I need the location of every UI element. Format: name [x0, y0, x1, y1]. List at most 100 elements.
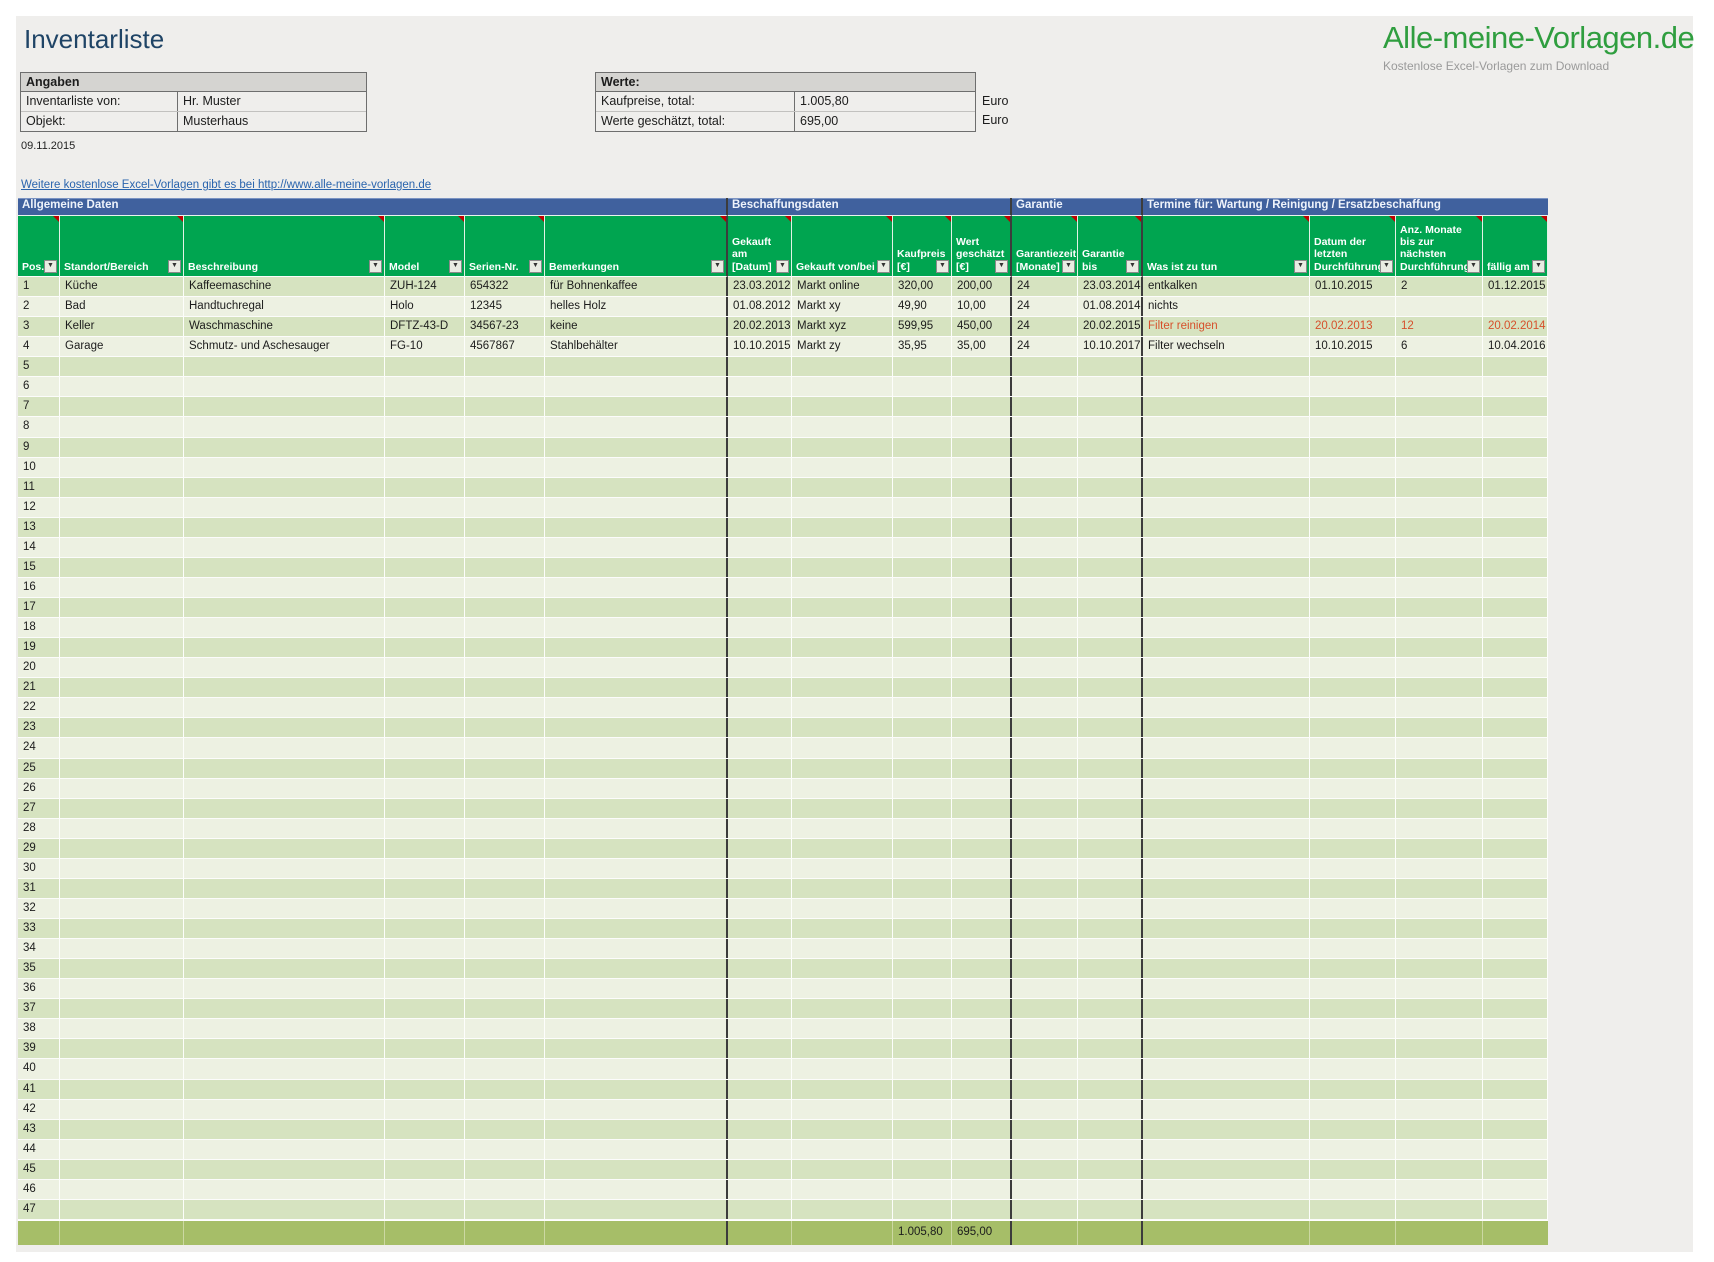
table-cell[interactable] — [385, 779, 465, 798]
table-cell[interactable] — [1483, 819, 1548, 838]
table-cell[interactable] — [1310, 759, 1396, 778]
table-cell[interactable] — [1143, 377, 1310, 396]
table-cell[interactable]: 01.10.2015 — [1310, 277, 1396, 296]
table-cell[interactable] — [1483, 377, 1548, 396]
table-cell[interactable] — [385, 498, 465, 517]
table-cell[interactable] — [1396, 919, 1483, 938]
table-cell[interactable]: Bad — [60, 297, 184, 316]
table-cell[interactable] — [385, 1019, 465, 1038]
table-cell[interactable] — [893, 658, 952, 677]
table-cell[interactable] — [952, 839, 1012, 858]
table-cell[interactable]: Filter wechseln — [1143, 337, 1310, 356]
totals-cell[interactable] — [545, 1221, 728, 1245]
row-number-cell[interactable]: 6 — [18, 377, 60, 396]
table-cell[interactable] — [893, 538, 952, 557]
table-cell[interactable] — [60, 1200, 184, 1219]
table-cell[interactable] — [385, 1120, 465, 1139]
table-cell[interactable] — [952, 438, 1012, 457]
table-cell[interactable]: 12 — [1396, 317, 1483, 336]
table-cell[interactable] — [1396, 899, 1483, 918]
table-cell[interactable] — [184, 759, 385, 778]
table-cell[interactable] — [60, 678, 184, 697]
table-cell[interactable]: 10.10.2017 — [1078, 337, 1143, 356]
column-header[interactable]: Anz. Monate bis zur nächsten Durchführun… — [1396, 215, 1483, 277]
table-cell[interactable] — [952, 578, 1012, 597]
table-cell[interactable] — [60, 1059, 184, 1078]
table-cell[interactable] — [792, 839, 893, 858]
table-cell[interactable] — [465, 458, 545, 477]
table-cell[interactable] — [184, 357, 385, 376]
table-cell[interactable] — [1310, 397, 1396, 416]
table-cell[interactable] — [1396, 578, 1483, 597]
row-number-cell[interactable]: 34 — [18, 939, 60, 958]
table-cell[interactable] — [1396, 438, 1483, 457]
table-cell[interactable] — [1483, 879, 1548, 898]
table-cell[interactable] — [952, 1080, 1012, 1099]
table-cell[interactable] — [545, 357, 728, 376]
table-cell[interactable] — [1483, 859, 1548, 878]
table-cell[interactable] — [1012, 919, 1078, 938]
table-cell[interactable] — [1012, 1140, 1078, 1159]
table-cell[interactable] — [1143, 1180, 1310, 1199]
table-cell[interactable] — [893, 839, 952, 858]
table-cell[interactable]: 01.12.2015 — [1483, 277, 1548, 296]
table-cell[interactable] — [465, 478, 545, 497]
table-cell[interactable] — [792, 1100, 893, 1119]
table-cell[interactable] — [792, 899, 893, 918]
table-cell[interactable] — [1012, 1100, 1078, 1119]
table-cell[interactable] — [385, 658, 465, 677]
table-cell[interactable] — [184, 538, 385, 557]
table-cell[interactable] — [1012, 377, 1078, 396]
table-cell[interactable] — [1143, 1039, 1310, 1058]
table-cell[interactable] — [952, 538, 1012, 557]
row-number-cell[interactable]: 12 — [18, 498, 60, 517]
table-cell[interactable] — [1143, 498, 1310, 517]
table-cell[interactable] — [1483, 959, 1548, 978]
table-cell[interactable] — [545, 698, 728, 717]
table-cell[interactable] — [465, 1039, 545, 1058]
row-number-cell[interactable]: 22 — [18, 698, 60, 717]
kaufpreise-total-value-cell[interactable]: 1.005,80 — [794, 92, 975, 111]
filter-button[interactable]: ▼ — [449, 260, 462, 273]
table-cell[interactable] — [465, 578, 545, 597]
table-cell[interactable] — [1310, 979, 1396, 998]
table-cell[interactable] — [184, 478, 385, 497]
column-header[interactable]: Serien-Nr.▼ — [465, 215, 545, 277]
row-number-cell[interactable]: 10 — [18, 458, 60, 477]
table-cell[interactable] — [465, 919, 545, 938]
table-cell[interactable] — [465, 1019, 545, 1038]
table-cell[interactable] — [1310, 1200, 1396, 1219]
table-cell[interactable] — [792, 518, 893, 537]
table-cell[interactable] — [1078, 859, 1143, 878]
table-cell[interactable] — [1396, 1160, 1483, 1179]
table-cell[interactable] — [1143, 458, 1310, 477]
table-cell[interactable]: Schmutz- und Aschesauger — [184, 337, 385, 356]
table-cell[interactable] — [1396, 819, 1483, 838]
table-cell[interactable] — [1483, 478, 1548, 497]
table-cell[interactable] — [1078, 1200, 1143, 1219]
table-cell[interactable] — [893, 919, 952, 938]
table-cell[interactable] — [545, 738, 728, 757]
table-cell[interactable] — [728, 939, 792, 958]
table-cell[interactable] — [1078, 718, 1143, 737]
row-number-cell[interactable]: 33 — [18, 919, 60, 938]
table-cell[interactable] — [1483, 779, 1548, 798]
table-cell[interactable] — [385, 939, 465, 958]
table-cell[interactable]: Handtuchregal — [184, 297, 385, 316]
table-cell[interactable] — [792, 1039, 893, 1058]
table-cell[interactable] — [893, 738, 952, 757]
table-cell[interactable] — [952, 799, 1012, 818]
table-cell[interactable] — [1396, 979, 1483, 998]
table-cell[interactable] — [465, 417, 545, 436]
table-cell[interactable] — [184, 558, 385, 577]
table-cell[interactable] — [465, 698, 545, 717]
table-cell[interactable] — [893, 1120, 952, 1139]
table-cell[interactable] — [184, 738, 385, 757]
table-cell[interactable] — [1143, 799, 1310, 818]
table-cell[interactable] — [184, 1120, 385, 1139]
table-cell[interactable] — [465, 618, 545, 637]
table-cell[interactable]: 35,00 — [952, 337, 1012, 356]
table-cell[interactable] — [792, 417, 893, 436]
table-cell[interactable] — [1310, 799, 1396, 818]
table-cell[interactable] — [893, 478, 952, 497]
